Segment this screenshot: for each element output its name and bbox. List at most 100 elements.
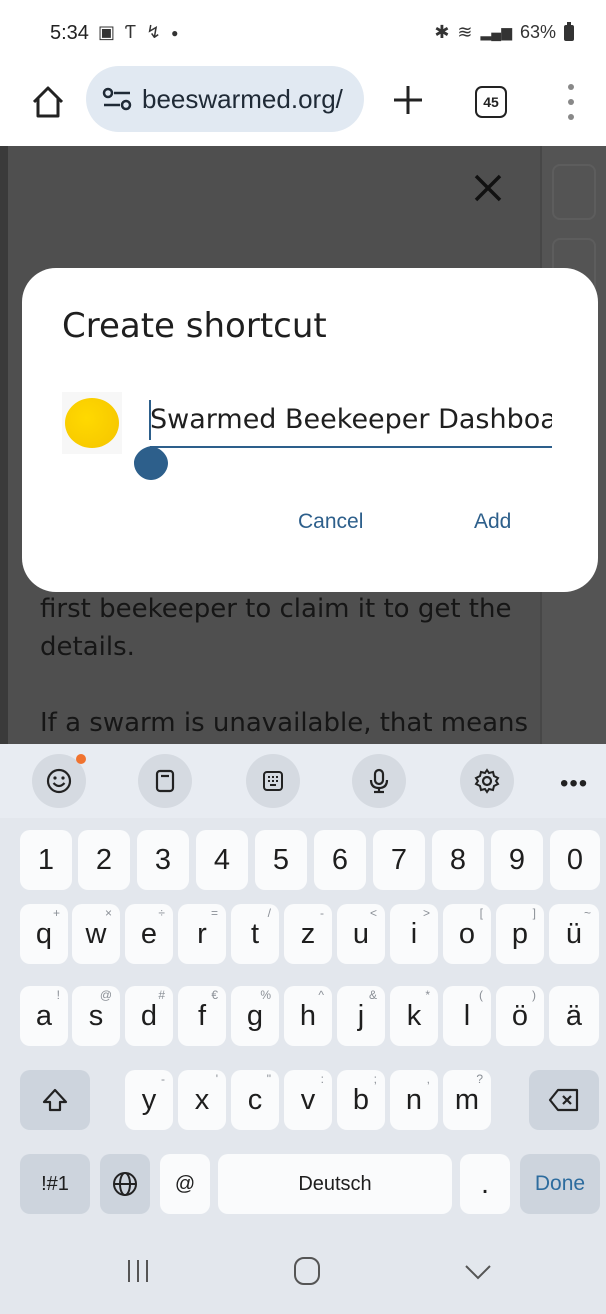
key-5[interactable]: 5 [255,830,307,890]
key-6[interactable]: 6 [314,830,366,890]
key-d[interactable]: # d [125,986,173,1046]
key-8[interactable]: 8 [432,830,484,890]
done-key[interactable]: Done [520,1154,600,1214]
key-p[interactable]: ] p [496,904,544,964]
key-s[interactable]: @ s [72,986,120,1046]
signal-notification-icon: Ƭ [125,22,137,42]
shortcut-favicon [62,392,122,454]
key-b[interactable]: ; b [337,1070,385,1130]
shift-key[interactable] [20,1070,90,1130]
key-g[interactable]: % g [231,986,279,1046]
home-icon[interactable] [28,82,68,122]
key-j[interactable]: & j [337,986,385,1046]
page-ghost-box [552,164,596,220]
status-left-icons: ▣ Ƭ ↯ ● [98,22,178,43]
page-text-line: details. [40,632,135,662]
key-u[interactable]: < u [337,904,385,964]
key-l[interactable]: (l [443,986,491,1046]
mic-icon[interactable] [352,754,406,808]
clipboard-icon[interactable] [138,754,192,808]
bluetooth-icon: ✱ [434,22,450,42]
recents-icon[interactable] [118,1254,158,1288]
gallery-notification-icon: ▣ [98,22,116,42]
globe-icon [113,1172,137,1196]
key-t[interactable]: / t [231,904,279,964]
keyboard: ••• 1 2 3 4 5 6 7 8 9 0 + q × w ÷ e = r / t -… [0,744,606,1314]
back-nav-icon[interactable] [458,1254,498,1288]
key-a-umlaut[interactable]: ä [549,986,599,1046]
key-k[interactable]: * k [390,986,438,1046]
cancel-button[interactable]: Cancel [298,510,363,534]
space-key[interactable]: Deutsch [218,1154,452,1214]
battery-icon [564,21,574,41]
language-key[interactable] [100,1154,150,1214]
more-vert-icon[interactable] [560,82,582,122]
dialog-title: Create shortcut [62,306,327,346]
symbols-key[interactable]: !#1 [20,1154,90,1214]
shortcut-name-value[interactable]: Swarmed Beekeeper Dashboard [150,404,552,435]
key-y[interactable]: -y [125,1070,173,1130]
shift-icon [42,1088,68,1112]
key-7[interactable]: 7 [373,830,425,890]
shortcut-name-input[interactable]: Swarmed Beekeeper Dashboard [150,398,552,448]
close-icon[interactable] [468,168,508,208]
create-shortcut-dialog: Create shortcut Swarmed Beekeeper Dashbo… [22,268,598,592]
at-key[interactable]: @ [160,1154,210,1214]
browser-toolbar: beeswarmed.org/ 45 [0,64,606,146]
key-n[interactable]: ,n [390,1070,438,1130]
keyboard-toolbar: ••• [0,744,606,818]
status-right-icons: ✱ ≋ ▂▄▆ 63% [434,21,574,43]
key-r[interactable]: = r [178,904,226,964]
tab-count: 45 [483,94,499,110]
status-time: 5:34 [50,22,89,44]
cell-signal-icon: ▂▄▆ [480,24,512,40]
page-text-line: If a swarm is unavailable, that means [40,708,529,738]
key-c[interactable]: " c [231,1070,279,1130]
backspace-icon [548,1088,579,1112]
plus-icon[interactable] [388,80,428,120]
tab-switcher-icon[interactable]: 45 [475,86,507,118]
key-i[interactable]: > i [390,904,438,964]
address-bar[interactable]: beeswarmed.org/ [86,66,364,132]
page-left-strip [0,146,8,744]
key-f[interactable]: € f [178,986,226,1046]
key-v[interactable]: :v [284,1070,332,1130]
key-3[interactable]: 3 [137,830,189,890]
cursor-handle-icon[interactable] [134,442,168,480]
key-0[interactable]: 0 [550,830,600,890]
url-text[interactable]: beeswarmed.org/ [142,84,343,115]
key-h[interactable]: ^ h [284,986,332,1046]
key-z[interactable]: -z [284,904,332,964]
system-nav-bar [0,1230,606,1314]
key-a[interactable]: ! a [20,986,68,1046]
key-u-umlaut[interactable]: ~ ü [549,904,599,964]
battery-percent: 63% [519,22,556,42]
status-bar: 5:34 ▣ Ƭ ↯ ● ✱ ≋ ▂▄▆ 63% [0,0,606,64]
key-w[interactable]: × w [72,904,120,964]
notification-dot [76,754,86,764]
add-button[interactable]: Add [474,510,511,534]
site-favicon-icon [65,398,119,448]
key-m[interactable]: ? m [443,1070,491,1130]
key-9[interactable]: 9 [491,830,543,890]
key-1[interactable]: 1 [20,830,72,890]
app-notification-icon: ↯ [146,22,162,42]
site-settings-icon[interactable] [100,84,134,114]
key-q[interactable]: + q [20,904,68,964]
key-x[interactable]: ' x [178,1070,226,1130]
key-o[interactable]: [o [443,904,491,964]
backspace-key[interactable] [529,1070,599,1130]
wifi-icon: ≋ [457,22,473,42]
key-o-umlaut[interactable]: ) ö [496,986,544,1046]
more-horiz-icon[interactable]: ••• [560,770,588,798]
settings-icon[interactable] [460,754,514,808]
page-text-line: first beekeeper to claim it to get the [40,594,512,624]
text-cursor [149,400,151,440]
key-e[interactable]: ÷ e [125,904,173,964]
more-notifications-dot-icon: ● [171,25,179,40]
key-4[interactable]: 4 [196,830,248,890]
keypad-icon[interactable] [246,754,300,808]
key-2[interactable]: 2 [78,830,130,890]
home-nav-icon[interactable] [287,1254,327,1288]
period-key[interactable]: . [460,1154,510,1214]
